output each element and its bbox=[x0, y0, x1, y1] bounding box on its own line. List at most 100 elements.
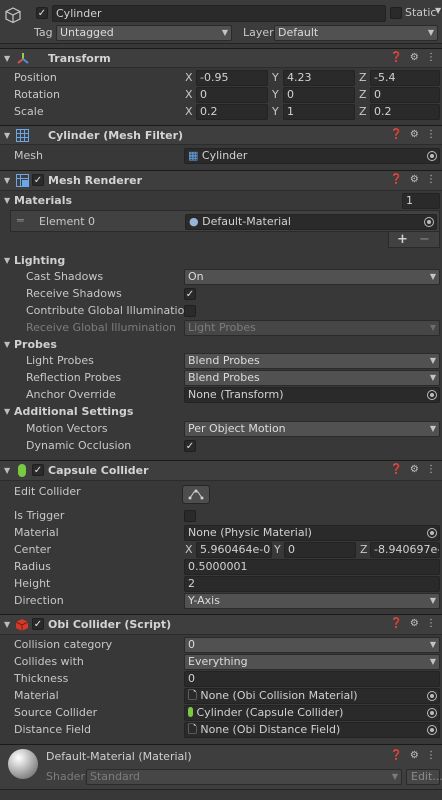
sliders-icon[interactable]: ⚙ bbox=[410, 464, 419, 475]
edit-collider-button[interactable] bbox=[182, 485, 210, 504]
mesh-renderer-enabled-checkbox[interactable]: ✓ bbox=[32, 174, 44, 186]
position-z-field[interactable]: -5.4 bbox=[370, 70, 440, 86]
object-picker-icon[interactable] bbox=[427, 708, 437, 718]
cast-shadows-dropdown[interactable]: On ▼ bbox=[184, 269, 440, 285]
layer-dropdown[interactable]: Default ▼ bbox=[274, 25, 438, 41]
contribute-gi-checkbox[interactable] bbox=[184, 305, 196, 317]
foldout-arrow-icon[interactable]: ▼ bbox=[4, 620, 10, 629]
axis-x-label[interactable]: X bbox=[185, 69, 193, 86]
transform-header[interactable]: ▼ Transform ❓ ⚙ ⋮ bbox=[0, 48, 442, 68]
dynamic-occlusion-checkbox[interactable]: ✓ bbox=[184, 440, 196, 452]
object-picker-icon[interactable] bbox=[427, 725, 437, 735]
remove-element-button[interactable]: − bbox=[419, 232, 430, 247]
kebab-icon[interactable]: ⋮ bbox=[426, 464, 436, 475]
axis-y-label[interactable]: Y bbox=[272, 69, 279, 86]
axis-x-label[interactable]: X bbox=[185, 103, 193, 120]
anchor-override-object-field[interactable]: None (Transform) bbox=[184, 387, 440, 403]
object-picker-icon[interactable] bbox=[424, 217, 434, 227]
sliders-icon[interactable]: ⚙ bbox=[410, 750, 419, 761]
element-0-object-field[interactable]: ● Default-Material bbox=[185, 214, 437, 230]
question-icon[interactable]: ❓ bbox=[390, 129, 402, 140]
capsule-collider-header[interactable]: ▼ ✓ Capsule Collider ❓ ⚙ ⋮ bbox=[0, 460, 442, 481]
axis-z-label[interactable]: Z bbox=[359, 103, 367, 120]
sliders-icon[interactable]: ⚙ bbox=[410, 618, 419, 629]
static-checkbox[interactable] bbox=[390, 7, 402, 19]
foldout-arrow-icon[interactable]: ▼ bbox=[4, 131, 10, 140]
capsule-collider-enabled-checkbox[interactable]: ✓ bbox=[32, 464, 44, 476]
center-x-field[interactable]: 5.960464e-08 bbox=[196, 542, 272, 558]
edit-shader-button[interactable]: Edit... bbox=[406, 769, 442, 785]
foldout-arrow-icon[interactable]: ▼ bbox=[4, 176, 10, 185]
thickness-field[interactable]: 0 bbox=[184, 671, 440, 687]
axis-y-label[interactable]: Y bbox=[274, 541, 281, 558]
drag-handle-icon[interactable]: ═ bbox=[17, 214, 24, 227]
is-trigger-checkbox[interactable] bbox=[184, 510, 196, 522]
source-collider-object-field[interactable]: Cylinder (Capsule Collider) bbox=[184, 705, 440, 721]
center-y-field[interactable]: 0 bbox=[284, 542, 356, 558]
position-y-field[interactable]: 4.23 bbox=[283, 70, 355, 86]
radius-field[interactable]: 0.5000001 bbox=[184, 559, 440, 575]
mesh-object-field[interactable]: ▦ Cylinder bbox=[184, 148, 440, 164]
obi-material-object-field[interactable]: 🗋 None (Obi Collision Material) bbox=[184, 688, 440, 704]
foldout-arrow-icon[interactable]: ▼ bbox=[4, 252, 10, 269]
light-probes-dropdown[interactable]: Blend Probes ▼ bbox=[184, 353, 440, 369]
kebab-icon[interactable]: ⋮ bbox=[426, 618, 436, 629]
position-x-field[interactable]: -0.95 bbox=[196, 70, 268, 86]
object-picker-icon[interactable] bbox=[427, 390, 437, 400]
obi-collider-header[interactable]: ▼ ✓ Obi Collider (Script) ❓ ⚙ ⋮ bbox=[0, 614, 442, 635]
mesh-renderer-header[interactable]: ▼ ✓ Mesh Renderer ❓ ⚙ ⋮ bbox=[0, 170, 442, 191]
sliders-icon[interactable]: ⚙ bbox=[410, 129, 419, 140]
kebab-icon[interactable]: ⋮ bbox=[426, 129, 436, 140]
receive-shadows-checkbox[interactable]: ✓ bbox=[184, 288, 196, 300]
object-picker-icon[interactable] bbox=[427, 151, 437, 161]
axis-x-label[interactable]: X bbox=[185, 86, 193, 103]
object-picker-icon[interactable] bbox=[427, 691, 437, 701]
question-icon[interactable]: ❓ bbox=[390, 174, 402, 185]
axis-z-label[interactable]: Z bbox=[360, 541, 368, 558]
shader-dropdown[interactable]: Standard ▼ bbox=[86, 769, 402, 785]
active-checkbox[interactable]: ✓ bbox=[36, 7, 48, 19]
sliders-icon[interactable]: ⚙ bbox=[410, 174, 419, 185]
axis-x-label[interactable]: X bbox=[185, 541, 193, 558]
reflection-probes-dropdown[interactable]: Blend Probes ▼ bbox=[184, 370, 440, 386]
gameobject-name-input[interactable]: Cylinder bbox=[52, 5, 386, 22]
scale-x-field[interactable]: 0.2 bbox=[196, 104, 268, 120]
distance-field-object-field[interactable]: 🗋 None (Obi Distance Field) bbox=[184, 722, 440, 738]
height-field[interactable]: 2 bbox=[184, 576, 440, 592]
question-icon[interactable]: ❓ bbox=[390, 618, 402, 629]
scale-z-field[interactable]: 0.2 bbox=[370, 104, 440, 120]
obi-collider-enabled-checkbox[interactable]: ✓ bbox=[32, 618, 44, 630]
kebab-icon[interactable]: ⋮ bbox=[426, 750, 436, 761]
kebab-icon[interactable]: ⋮ bbox=[426, 52, 436, 63]
axis-z-label[interactable]: Z bbox=[359, 86, 367, 103]
question-icon[interactable]: ❓ bbox=[390, 750, 402, 761]
kebab-icon[interactable]: ⋮ bbox=[426, 174, 436, 185]
materials-count-field[interactable]: 1 bbox=[402, 193, 440, 209]
tag-dropdown[interactable]: Untagged ▼ bbox=[56, 25, 232, 41]
mesh-filter-header[interactable]: ▼ Cylinder (Mesh Filter) ❓ ⚙ ⋮ bbox=[0, 125, 442, 145]
axis-y-label[interactable]: Y bbox=[272, 86, 279, 103]
direction-dropdown[interactable]: Y-Axis ▼ bbox=[184, 593, 440, 609]
axis-z-label[interactable]: Z bbox=[359, 69, 367, 86]
foldout-arrow-icon[interactable]: ▼ bbox=[4, 466, 10, 475]
rotation-z-field[interactable]: 0 bbox=[370, 87, 440, 103]
rotation-y-field[interactable]: 0 bbox=[283, 87, 355, 103]
collision-category-dropdown[interactable]: 0 ▼ bbox=[184, 637, 440, 653]
collider-material-object-field[interactable]: None (Physic Material) bbox=[184, 525, 440, 541]
rotation-x-field[interactable]: 0 bbox=[196, 87, 268, 103]
center-z-field[interactable]: -8.940697e-0 bbox=[370, 542, 440, 558]
motion-vectors-dropdown[interactable]: Per Object Motion ▼ bbox=[184, 421, 440, 437]
static-dropdown-icon[interactable]: ▼ bbox=[435, 6, 441, 15]
scale-y-field[interactable]: 1 bbox=[283, 104, 355, 120]
sliders-icon[interactable]: ⚙ bbox=[410, 52, 419, 63]
foldout-arrow-icon[interactable]: ▼ bbox=[4, 54, 10, 63]
question-icon[interactable]: ❓ bbox=[390, 464, 402, 475]
foldout-arrow-icon[interactable]: ▼ bbox=[4, 403, 10, 420]
material-header[interactable]: Default-Material (Material) ❓ ⚙ ⋮ Shader… bbox=[0, 744, 442, 790]
foldout-arrow-icon[interactable]: ▼ bbox=[4, 336, 10, 353]
add-element-button[interactable]: + bbox=[397, 232, 408, 247]
foldout-arrow-icon[interactable]: ▼ bbox=[4, 192, 10, 209]
collides-with-dropdown[interactable]: Everything ▼ bbox=[184, 654, 440, 670]
axis-y-label[interactable]: Y bbox=[272, 103, 279, 120]
object-picker-icon[interactable] bbox=[427, 528, 437, 538]
